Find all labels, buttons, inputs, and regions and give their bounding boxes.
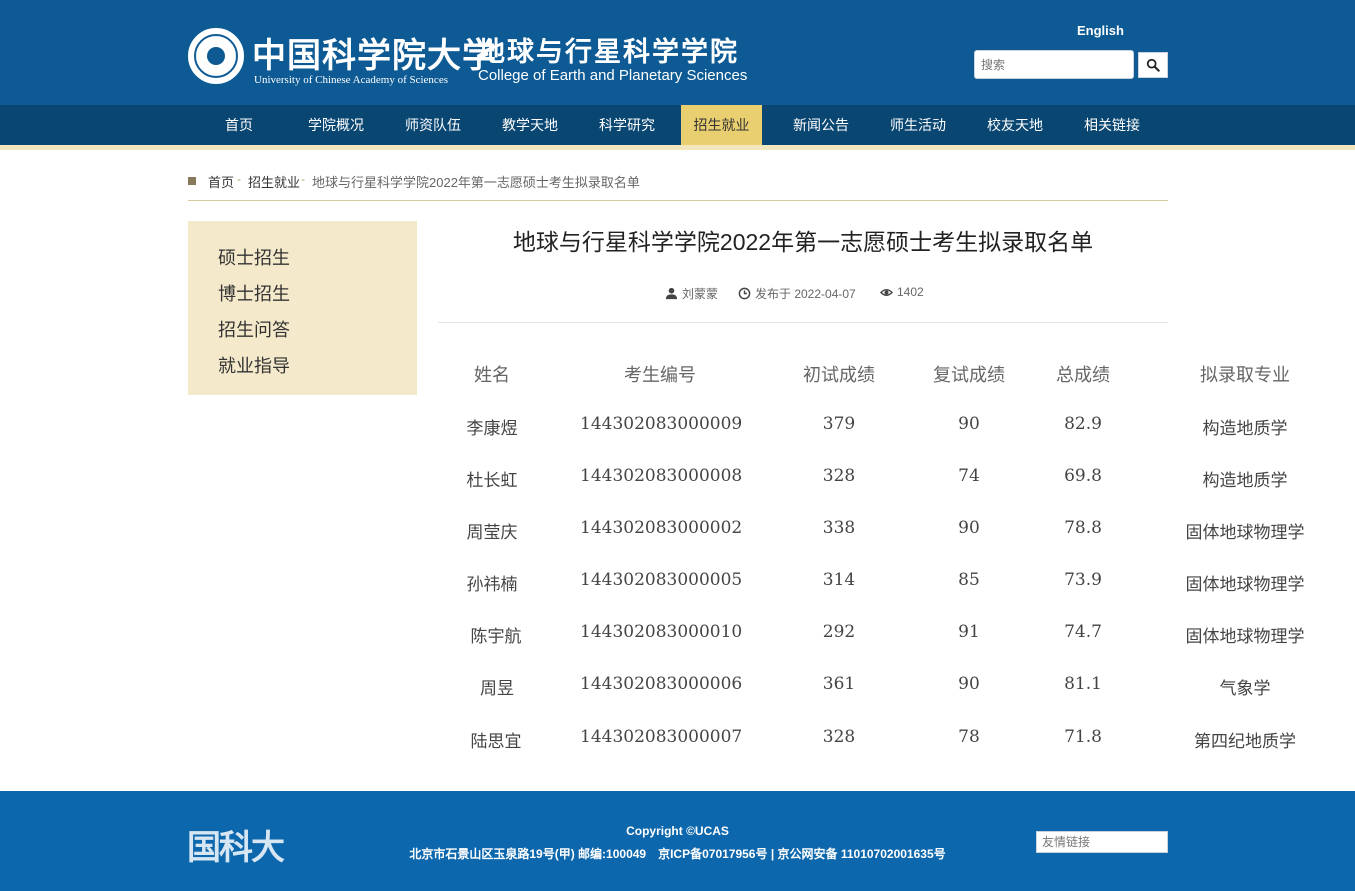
college-name-en: College of Earth and Planetary Sciences — [478, 67, 748, 84]
footer-logo: 国科大 — [187, 828, 285, 868]
search-button[interactable] — [1138, 52, 1168, 78]
table-cell-total: 74.7 — [1064, 622, 1102, 642]
user-icon — [665, 287, 678, 300]
college-name-cn[interactable]: 地球与行星科学学院 — [478, 30, 739, 69]
table-cell-prelim: 338 — [822, 518, 856, 538]
table-cell-retest: 91 — [958, 622, 980, 642]
table-cell-id: 144302083000009 — [580, 414, 743, 434]
english-link[interactable]: English — [1077, 23, 1124, 38]
site-header: 中国科学院大学 University of Chinese Academy of… — [0, 0, 1355, 105]
table-header-name: 姓名 — [474, 365, 510, 386]
nav-item-activities[interactable]: 师生活动 — [879, 105, 957, 145]
search-input[interactable] — [974, 50, 1134, 79]
table-cell-name: 周莹庆 — [466, 523, 518, 543]
breadcrumb-separator: - — [301, 172, 305, 186]
table-cell-id: 144302083000010 — [580, 622, 743, 642]
table-cell-name: 周昱 — [480, 679, 514, 699]
address-text: 北京市石景山区玉泉路19号(甲) 邮编:100049 京ICP备07017956… — [409, 847, 946, 861]
table-cell-id: 144302083000006 — [580, 674, 743, 694]
table-cell-id: 144302083000008 — [580, 466, 743, 486]
table-cell-total: 73.9 — [1064, 570, 1102, 590]
table-cell-name: 杜长虹 — [466, 471, 518, 491]
table-cell-prelim: 328 — [822, 466, 856, 486]
nav-item-alumni[interactable]: 校友天地 — [976, 105, 1054, 145]
sidebar-item-career[interactable]: 就业指导 — [218, 352, 290, 378]
table-cell-total: 69.8 — [1064, 466, 1102, 486]
article-author: 刘蒙蒙 — [682, 287, 719, 301]
table-header-total: 总成绩 — [1056, 365, 1110, 386]
table-cell-name: 李康煜 — [466, 419, 518, 439]
article-title: 地球与行星科学学院2022年第一志愿硕士考生拟录取名单 — [512, 229, 1094, 255]
table-cell-major: 气象学 — [1219, 679, 1271, 699]
sidebar-item-phd[interactable]: 博士招生 — [218, 280, 290, 306]
table-cell-total: 71.8 — [1064, 727, 1102, 747]
friend-links-select[interactable]: 友情链接 — [1036, 831, 1168, 853]
breadcrumb-divider — [188, 200, 1168, 201]
table-cell-prelim: 379 — [822, 414, 856, 434]
table-cell-major: 固体地球物理学 — [1185, 523, 1305, 543]
sidebar-item-masters[interactable]: 硕士招生 — [218, 244, 290, 270]
table-header-prelim: 初试成绩 — [803, 365, 875, 386]
table-cell-retest: 90 — [958, 674, 980, 694]
table-header-major: 拟录取专业 — [1200, 365, 1290, 386]
table-cell-id: 144302083000007 — [580, 727, 743, 747]
article-date: 发布于 2022-04-07 — [755, 287, 856, 301]
table-cell-retest: 78 — [958, 727, 980, 747]
date-meta: 发布于 2022-04-07 — [738, 285, 856, 302]
nav-item-links[interactable]: 相关链接 — [1073, 105, 1151, 145]
table-cell-retest: 90 — [958, 414, 980, 434]
table-cell-major: 固体地球物理学 — [1185, 575, 1305, 595]
nav-item-home[interactable]: 首页 — [200, 105, 278, 145]
table-cell-retest: 90 — [958, 518, 980, 538]
table-cell-prelim: 361 — [822, 674, 856, 694]
nav-item-teaching[interactable]: 教学天地 — [491, 105, 569, 145]
table-cell-major: 固体地球物理学 — [1185, 627, 1305, 647]
table-cell-id: 144302083000002 — [580, 518, 743, 538]
main-nav: 首页 学院概况 师资队伍 教学天地 科学研究 招生就业 新闻公告 师生活动 校友… — [0, 105, 1355, 145]
clock-icon — [738, 287, 751, 300]
breadcrumb-current: 地球与行星科学学院2022年第一志愿硕士考生拟录取名单 — [312, 175, 640, 190]
breadcrumb-home[interactable]: 首页 — [208, 172, 234, 191]
nav-item-admissions[interactable]: 招生就业 — [681, 105, 762, 145]
table-cell-retest: 74 — [958, 466, 980, 486]
table-cell-name: 陈宇航 — [470, 627, 522, 647]
table-cell-major: 第四纪地质学 — [1194, 732, 1296, 752]
table-cell-total: 82.9 — [1064, 414, 1102, 434]
sidebar-item-faq[interactable]: 招生问答 — [218, 316, 290, 342]
breadcrumb-admissions[interactable]: 招生就业 — [248, 172, 300, 191]
table-cell-id: 144302083000005 — [580, 570, 743, 590]
university-name-cn[interactable]: 中国科学院大学 — [252, 28, 497, 77]
nav-item-research[interactable]: 科学研究 — [588, 105, 666, 145]
copyright-text: Copyright ©UCAS — [626, 824, 729, 838]
article-views: 1402 — [897, 285, 924, 299]
nav-item-news[interactable]: 新闻公告 — [782, 105, 860, 145]
table-header-retest: 复试成绩 — [933, 365, 1005, 386]
nav-gold-band — [0, 145, 1355, 150]
author-meta: 刘蒙蒙 — [665, 285, 718, 302]
breadcrumb-separator: - — [237, 172, 241, 186]
nav-item-about[interactable]: 学院概况 — [297, 105, 375, 145]
nav-item-faculty[interactable]: 师资队伍 — [394, 105, 472, 145]
search-icon — [1146, 58, 1160, 72]
breadcrumb-marker — [188, 177, 196, 185]
ucas-seal-logo[interactable] — [188, 28, 244, 84]
table-cell-major: 构造地质学 — [1202, 419, 1288, 439]
meta-divider — [438, 322, 1168, 323]
table-cell-prelim: 314 — [822, 570, 856, 590]
table-cell-prelim: 292 — [822, 622, 856, 642]
views-meta: 1402 — [880, 285, 924, 299]
table-cell-retest: 85 — [958, 570, 980, 590]
seal-core — [207, 47, 225, 65]
eye-icon — [880, 288, 893, 296]
university-name-en: University of Chinese Academy of Science… — [254, 74, 448, 86]
table-cell-major: 构造地质学 — [1202, 471, 1288, 491]
table-cell-name: 孙祎楠 — [466, 575, 518, 595]
table-cell-total: 78.8 — [1064, 518, 1102, 538]
table-cell-total: 81.1 — [1064, 674, 1102, 694]
sidebar: 硕士招生 博士招生 招生问答 就业指导 — [188, 221, 417, 395]
table-cell-name: 陆思宜 — [470, 732, 522, 752]
table-cell-prelim: 328 — [822, 727, 856, 747]
table-header-id: 考生编号 — [624, 365, 696, 386]
